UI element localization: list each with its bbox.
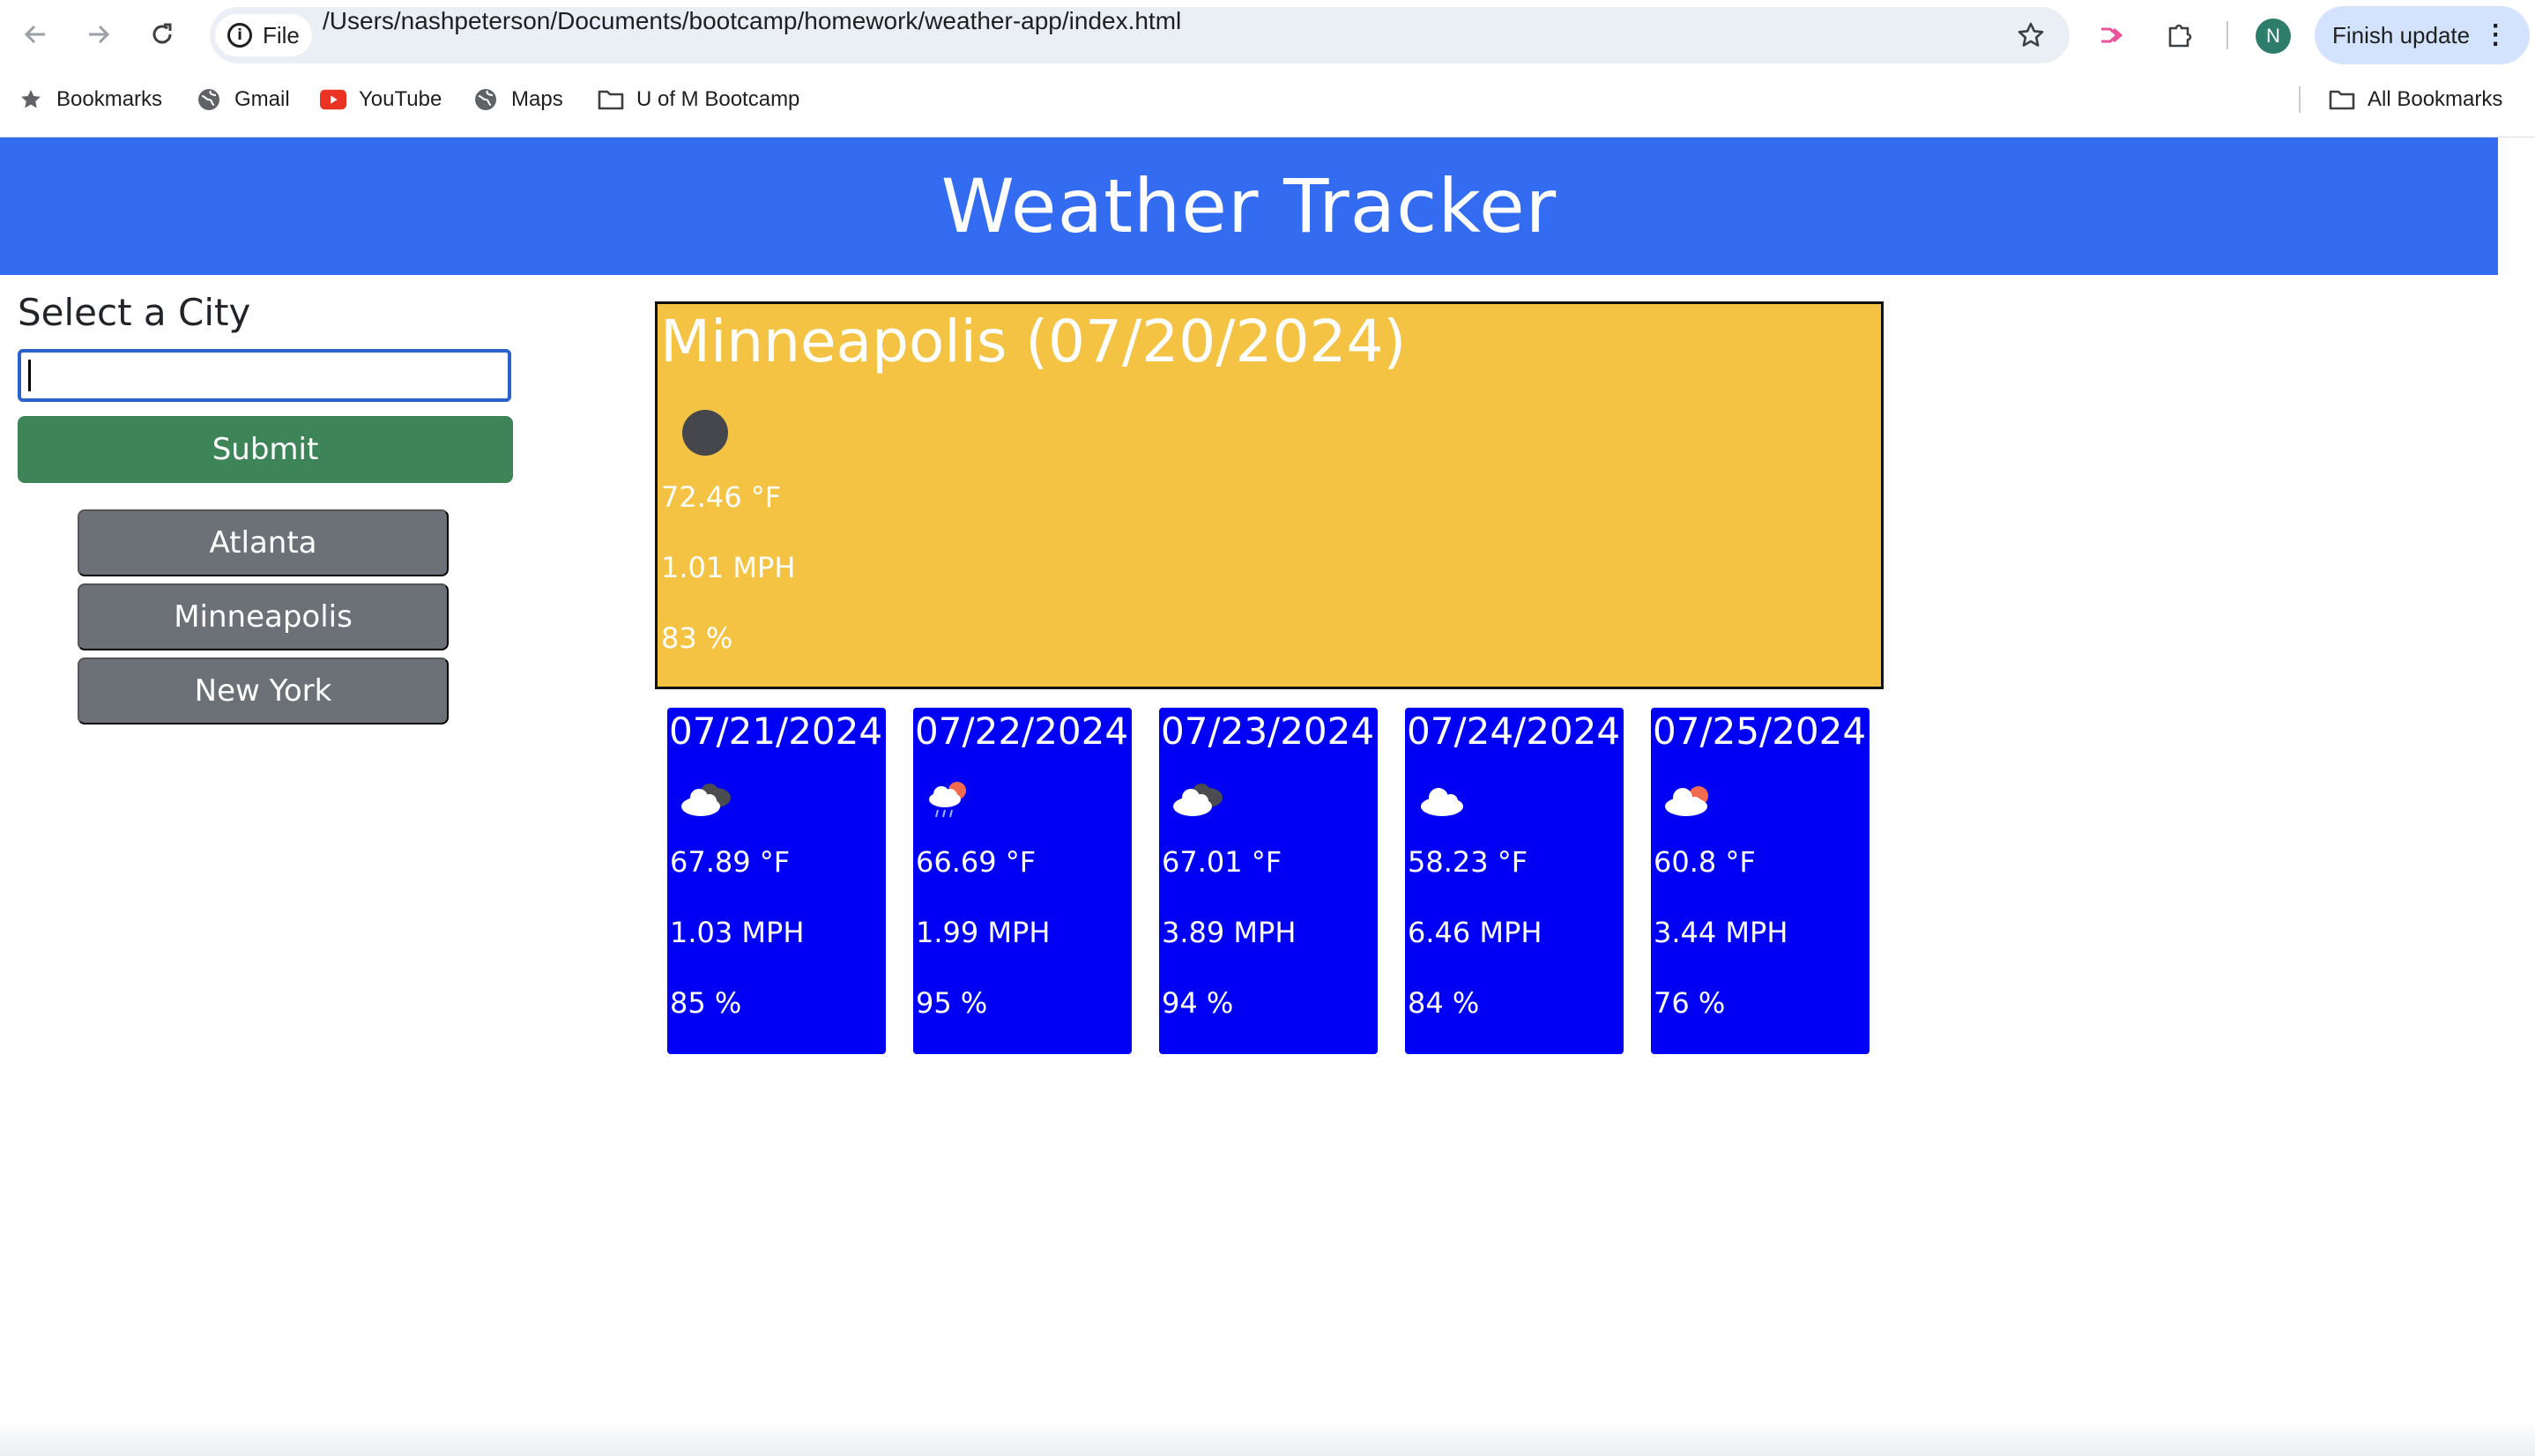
current-city-date: Minneapolis (07/20/2024) [660,308,1407,375]
dark-cloud-icon [681,784,731,816]
media-router-icon [2101,27,2123,43]
globe-icon [472,86,499,113]
history-button-new-york[interactable]: New York [78,657,449,724]
forecast-humidity: 94 % [1162,986,1234,1020]
toolbar-divider [2226,21,2228,49]
forecast-card: 07/25/2024 60.8 °F 3.44 MPH 76 % [1651,708,1870,1054]
bookmark-item-bookmarks[interactable]: Bookmarks [18,69,162,130]
forecast-card: 07/23/2024 67.01 °F 3.89 MPH 94 % [1159,708,1378,1054]
forecast-date: 07/21/2024 [669,709,883,753]
all-bookmarks-button[interactable]: All Bookmarks [2329,69,2502,130]
all-bookmarks-label: All Bookmarks [2368,87,2503,111]
back-arrow-icon [24,25,45,44]
forecast-humidity: 85 % [670,986,742,1020]
history-button-atlanta[interactable]: Atlanta [78,509,449,576]
address-bar[interactable]: i File /Users/nashpeterson/Documents/boo… [210,7,2070,63]
cloud-icon [1421,788,1463,816]
dark-cloud-icon [1173,784,1223,816]
star-icon [18,86,44,113]
current-humidity: 83 % [661,621,733,655]
forecast-temperature: 66.69 °F [916,845,1037,879]
finish-update-button[interactable]: Finish update ⋮ [2315,6,2530,64]
forecast-wind: 6.46 MPH [1408,916,1543,949]
forward-button[interactable] [81,17,116,52]
forecast-temperature: 67.89 °F [670,845,791,879]
sun-cloud-icon [1665,786,1708,816]
media-button[interactable] [2096,18,2131,53]
bookmark-item-youtube[interactable]: YouTube [320,69,442,130]
bookmark-label: Bookmarks [56,87,163,111]
history-button-minneapolis[interactable]: Minneapolis [78,583,449,650]
forecast-humidity: 95 % [916,986,988,1020]
bookmark-item-gmail[interactable]: Gmail [196,69,290,130]
profile-avatar[interactable]: N [2256,19,2291,54]
bookmark-item-maps[interactable]: Maps [472,69,563,130]
extensions-button[interactable] [2161,18,2197,53]
bookmark-label: U of M Bootcamp [636,87,800,111]
forecast-wind: 1.99 MPH [916,916,1051,949]
bookmarks-bar: Bookmarks Gmail YouTube Maps U of M Boot… [0,69,2535,137]
select-city-heading: Select a City [18,291,251,334]
page-header: Weather Tracker [0,137,2498,275]
forecast-date: 07/24/2024 [1407,709,1621,753]
bookmark-item-u-of-m-bootcamp[interactable]: U of M Bootcamp [598,69,799,130]
forecast-temperature: 58.23 °F [1408,845,1528,879]
folder-icon [598,86,624,113]
bookmark-label: Gmail [234,87,290,111]
forecast-date: 07/22/2024 [915,709,1129,753]
folder-icon [2329,86,2355,113]
forecast-date: 07/23/2024 [1161,709,1375,753]
reload-icon [152,23,172,44]
dark-circle-icon [682,410,728,456]
reload-button[interactable] [145,17,180,52]
bottom-edge-shadow [0,1421,2535,1456]
bookmark-label: Maps [511,87,563,111]
bookmark-label: YouTube [359,87,442,111]
current-weather-card: Minneapolis (07/20/2024) 72.46 °F 1.01 M… [655,301,1884,689]
more-menu-icon[interactable]: ⋮ [2482,22,2509,48]
rain-sun-cloud-icon [929,782,966,818]
info-icon: i [227,23,252,48]
submit-button[interactable]: Submit [18,416,513,483]
forecast-card: 07/24/2024 58.23 °F 6.46 MPH 84 % [1405,708,1624,1054]
forecast-temperature: 60.8 °F [1654,845,1756,879]
bookmark-star-icon[interactable] [2017,21,2045,49]
forecast-humidity: 76 % [1654,986,1726,1020]
current-wind: 1.01 MPH [661,551,796,584]
page-title: Weather Tracker [940,163,1557,249]
text-caret [28,360,31,391]
back-button[interactable] [18,17,53,52]
forecast-wind: 3.44 MPH [1654,916,1788,949]
youtube-icon [320,86,346,113]
forecast-humidity: 84 % [1408,986,1480,1020]
forecast-temperature: 67.01 °F [1162,845,1282,879]
city-search-input[interactable] [18,349,511,402]
globe-icon [196,86,222,113]
finish-update-label: Finish update [2332,21,2471,48]
forecast-card: 07/22/2024 66.69 °F 1.99 MPH 95 % [913,708,1132,1054]
current-temperature: 72.46 °F [661,480,782,514]
forecast-date: 07/25/2024 [1653,709,1867,753]
file-label: File [263,21,300,48]
forward-arrow-icon [89,25,110,44]
forecast-wind: 3.89 MPH [1162,916,1297,949]
forecast-wind: 1.03 MPH [670,916,805,949]
puzzle-icon [2168,24,2192,48]
bookmarks-divider [2299,86,2301,113]
browser-toolbar: i File /Users/nashpeterson/Documents/boo… [0,0,2535,69]
site-info-chip[interactable]: i File [215,14,312,56]
url-text[interactable]: /Users/nashpeterson/Documents/bootcamp/h… [323,7,1181,63]
forecast-card: 07/21/2024 67.89 °F 1.03 MPH 85 % [667,708,886,1054]
